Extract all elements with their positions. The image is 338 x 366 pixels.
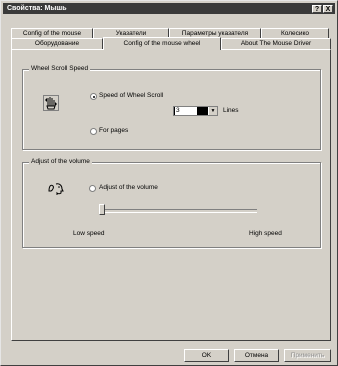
window-title: Свойства: Мышь — [7, 5, 67, 12]
speaker-head-icon — [48, 183, 64, 195]
title-bar[interactable]: Свойства: Мышь ? X — [3, 3, 335, 14]
mouse-wheel-icon — [43, 95, 59, 111]
ok-button[interactable]: OK — [184, 349, 229, 362]
chevron-down-icon[interactable]: ▼ — [208, 107, 217, 115]
tab-config-of-the-mouse[interactable]: Config of the mouse — [11, 28, 93, 38]
apply-button[interactable]: Применить — [284, 349, 331, 362]
high-speed-label: High speed — [249, 230, 282, 237]
adjust-volume-label: Adjust of the volume — [99, 184, 158, 191]
low-speed-label: Low speed — [73, 230, 105, 237]
mouse-properties-dialog: Свойства: Мышь ? X Config of the mouse У… — [0, 0, 338, 366]
adjust-volume-group: Adjust of the volume Adjust of the volum… — [22, 158, 321, 248]
help-button[interactable]: ? — [312, 5, 322, 13]
tab-config-of-the-mouse-wheel[interactable]: Config of the mouse wheel — [103, 37, 221, 50]
tab-about-the-mouse-driver[interactable]: About The Mouse Driver — [221, 38, 331, 49]
adjust-volume-group-label: Adjust of the volume — [29, 158, 92, 166]
volume-slider-track[interactable] — [99, 209, 257, 213]
scroll-lines-value: 3 — [175, 107, 197, 115]
wheel-scroll-speed-group: Wheel Scroll Speed Speed of Wheel Scroll… — [22, 65, 321, 150]
for-pages-label: For pages — [99, 127, 129, 134]
tab-page: Wheel Scroll Speed Speed of Wheel Scroll… — [11, 49, 331, 341]
volume-slider-thumb[interactable] — [99, 204, 105, 215]
tab-hardware[interactable]: Оборудование — [11, 38, 103, 49]
lines-label: Lines — [223, 107, 239, 114]
for-pages-radio[interactable] — [90, 128, 97, 135]
speed-of-wheel-scroll-label: Speed of Wheel Scroll — [99, 92, 164, 99]
wheel-scroll-speed-label: Wheel Scroll Speed — [29, 65, 91, 73]
scroll-lines-select[interactable]: 3 ▼ — [173, 106, 218, 116]
speed-of-wheel-scroll-radio[interactable] — [90, 93, 97, 100]
adjust-volume-radio[interactable] — [89, 185, 96, 192]
tab-wheel[interactable]: Колесико — [261, 28, 329, 38]
close-button[interactable]: X — [323, 5, 333, 13]
cancel-button[interactable]: Отмена — [234, 349, 279, 362]
